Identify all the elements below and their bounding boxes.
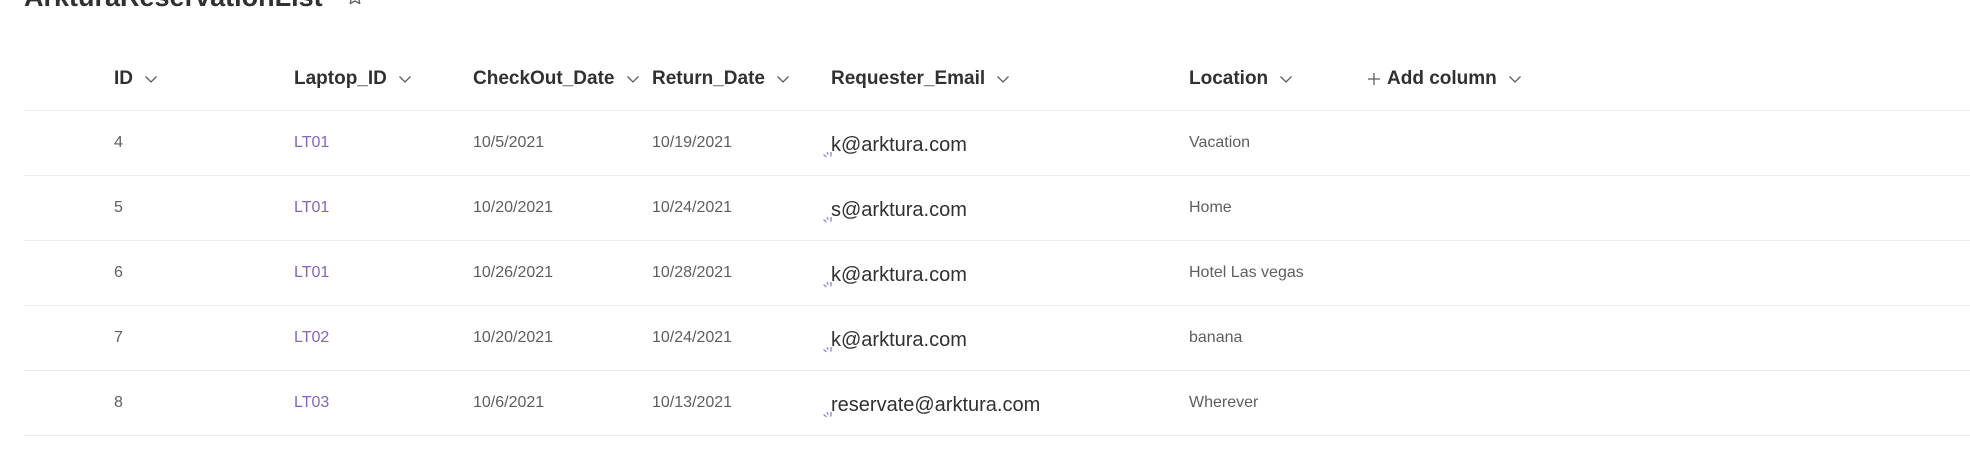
cell-requester-email[interactable]: s@arktura.com xyxy=(823,176,967,240)
table-row[interactable]: 7 LT02 10/20/2021 10/24/2021 k@arktura.c… xyxy=(24,306,1970,371)
chevron-down-icon xyxy=(397,71,413,87)
person-field[interactable]: s@arktura.com xyxy=(823,198,967,222)
cell-requester-email[interactable]: k@arktura.com xyxy=(823,306,967,370)
cell-checkout-date: 10/20/2021 xyxy=(473,199,554,216)
column-header-return-date[interactable]: Return_Date xyxy=(652,48,791,110)
cell-location: Hotel Las vegas xyxy=(1189,264,1304,281)
column-header-location[interactable]: Location xyxy=(1189,48,1294,110)
cell-return-date: 10/24/2021 xyxy=(652,199,733,216)
column-header-label: Laptop_ID xyxy=(294,68,387,89)
cell-return-date: 10/19/2021 xyxy=(652,134,733,151)
chevron-down-icon xyxy=(1278,71,1294,87)
page-title: ArkturaReservationList xyxy=(24,0,323,13)
cell-requester-email[interactable]: k@arktura.com xyxy=(823,111,967,175)
table-row[interactable]: 4 LT01 10/5/2021 10/19/2021 k@arktura.co… xyxy=(24,111,1970,176)
cell-checkout-date: 10/6/2021 xyxy=(473,394,545,411)
column-header-label: Return_Date xyxy=(652,68,765,89)
cell-checkout-date: 10/20/2021 xyxy=(473,329,554,346)
cell-checkout-date: 10/5/2021 xyxy=(473,134,545,151)
add-column-label: Add column xyxy=(1387,68,1497,89)
cell-return-date: 10/13/2021 xyxy=(652,394,733,411)
cell-id: 5 xyxy=(114,199,123,216)
chevron-down-icon xyxy=(1507,71,1523,87)
chevron-down-icon xyxy=(775,71,791,87)
list-grid: ID Laptop_ID CheckOut_Date Return_Date R… xyxy=(24,48,1970,436)
cell-laptop-id-link[interactable]: LT01 xyxy=(294,111,329,175)
cell-laptop-id-link[interactable]: LT01 xyxy=(294,241,329,305)
presence-loading-icon xyxy=(822,276,834,288)
column-header-label: ID xyxy=(114,68,133,89)
presence-loading-icon xyxy=(822,146,834,158)
cell-id: 7 xyxy=(114,329,123,346)
column-header-label: Requester_Email xyxy=(831,68,986,89)
star-icon[interactable] xyxy=(345,0,365,7)
cell-id: 8 xyxy=(114,394,123,411)
cell-requester-email[interactable]: k@arktura.com xyxy=(823,241,967,305)
cell-checkout-date: 10/26/2021 xyxy=(473,264,554,281)
column-header-checkout-date[interactable]: CheckOut_Date xyxy=(473,48,641,110)
presence-loading-icon xyxy=(822,341,834,353)
list-header: ArkturaReservationList xyxy=(24,0,365,12)
cell-return-date: 10/24/2021 xyxy=(652,329,733,346)
email-text: reservate@arktura.com xyxy=(831,393,1041,416)
cell-location: Vacation xyxy=(1189,134,1251,151)
cell-laptop-id-link[interactable]: LT02 xyxy=(294,306,329,370)
email-text: k@arktura.com xyxy=(831,133,967,156)
cell-id: 4 xyxy=(114,134,123,151)
cell-return-date: 10/28/2021 xyxy=(652,264,733,281)
chevron-down-icon xyxy=(995,71,1011,87)
cell-laptop-id-link[interactable]: LT01 xyxy=(294,176,329,240)
person-field[interactable]: k@arktura.com xyxy=(823,133,967,157)
table-row[interactable]: 6 LT01 10/26/2021 10/28/2021 k@arktura.c… xyxy=(24,241,1970,306)
email-text: k@arktura.com xyxy=(831,263,967,286)
cell-laptop-id-link[interactable]: LT03 xyxy=(294,371,329,435)
add-column-button[interactable]: Add column xyxy=(1367,48,1523,110)
person-field[interactable]: k@arktura.com xyxy=(823,328,967,352)
presence-loading-icon xyxy=(822,211,834,223)
table-row[interactable]: 5 LT01 10/20/2021 10/24/2021 s@arktura.c… xyxy=(24,176,1970,241)
chevron-down-icon xyxy=(143,71,159,87)
cell-requester-email[interactable]: reservate@arktura.com xyxy=(823,371,1041,435)
cell-location: Home xyxy=(1189,199,1232,216)
column-header-id[interactable]: ID xyxy=(114,48,159,110)
person-field[interactable]: reservate@arktura.com xyxy=(823,393,1041,417)
cell-location: Wherever xyxy=(1189,394,1259,411)
person-field[interactable]: k@arktura.com xyxy=(823,263,967,287)
chevron-down-icon xyxy=(625,71,641,87)
column-header-label: CheckOut_Date xyxy=(473,68,615,89)
column-header-row: ID Laptop_ID CheckOut_Date Return_Date R… xyxy=(24,48,1970,111)
column-header-label: Location xyxy=(1189,68,1269,89)
presence-loading-icon xyxy=(822,406,834,418)
cell-id: 6 xyxy=(114,264,123,281)
email-text: s@arktura.com xyxy=(831,198,967,221)
plus-icon xyxy=(1367,72,1381,86)
column-header-requester-email[interactable]: Requester_Email xyxy=(831,48,1011,110)
table-row[interactable]: 8 LT03 10/6/2021 10/13/2021 reservate@ar… xyxy=(24,371,1970,436)
column-header-laptop-id[interactable]: Laptop_ID xyxy=(294,48,413,110)
cell-location: banana xyxy=(1189,329,1243,346)
email-text: k@arktura.com xyxy=(831,328,967,351)
